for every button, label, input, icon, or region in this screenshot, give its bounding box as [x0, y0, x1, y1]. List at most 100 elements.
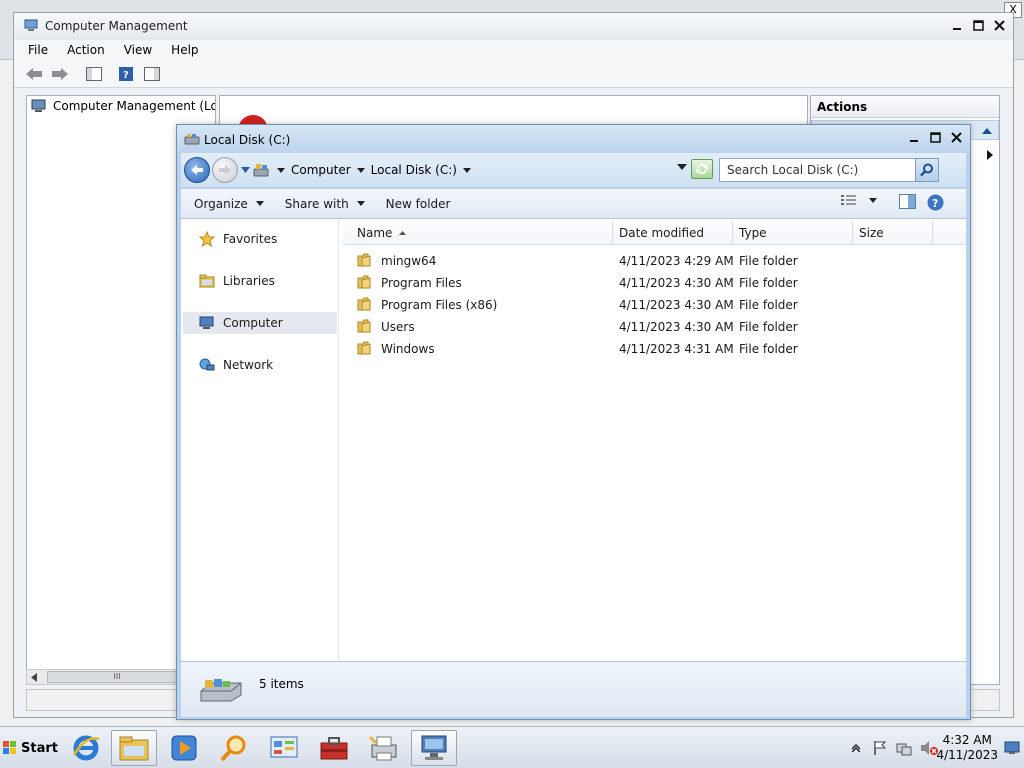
new-folder-button[interactable]: New folder [386, 197, 451, 211]
recent-pages-dropdown-icon[interactable] [241, 167, 250, 173]
explorer-close-button[interactable] [947, 129, 966, 146]
taskbar-windows-explorer[interactable] [111, 730, 157, 766]
column-header-label: Size [859, 225, 884, 240]
folder-icon [119, 736, 149, 761]
system-tray: 4:32 AM 4/11/2023 [846, 727, 1024, 768]
search-box[interactable] [719, 158, 939, 182]
network-status-icon[interactable] [896, 740, 912, 756]
collapse-up-icon[interactable] [982, 127, 992, 134]
preview-pane-button[interactable] [899, 194, 916, 209]
start-button[interactable]: Start [2, 733, 58, 763]
chevron-down-icon[interactable] [277, 167, 285, 173]
show-hidden-icons-icon[interactable] [852, 744, 860, 752]
table-row[interactable]: Windows 4/11/2023 4:31 AM File folder [343, 338, 953, 360]
explorer-title-bar[interactable]: Local Disk (C:) [177, 125, 970, 153]
printer-icon [368, 735, 397, 761]
table-row[interactable]: Users 4/11/2023 4:30 AM File folder [343, 316, 953, 338]
folder-icon [357, 275, 371, 289]
action-center-flag-icon[interactable] [872, 740, 888, 756]
nav-item-label: Favorites [223, 232, 278, 246]
taskbar-toolbox[interactable] [311, 730, 357, 766]
menu-view[interactable]: View [124, 43, 152, 57]
forward-button[interactable] [212, 157, 238, 183]
organize-button[interactable]: Organize [194, 197, 264, 211]
computer-icon [31, 99, 46, 112]
cm-title-bar[interactable]: Computer Management [14, 13, 1013, 40]
nav-item-favorites[interactable]: Favorites [183, 228, 337, 250]
close-button[interactable] [990, 17, 1009, 34]
explorer-minimize-button[interactable] [905, 129, 924, 146]
magnifier-icon [220, 735, 246, 762]
file-date: 4/11/2023 4:29 AM [619, 254, 734, 268]
explorer-maximize-button[interactable] [926, 129, 945, 146]
breadcrumb-local-disk-label: Local Disk (C:) [370, 163, 457, 177]
internet-explorer-icon [72, 735, 100, 761]
column-header-date-modified[interactable]: Date modified [613, 221, 733, 245]
search-button[interactable] [915, 158, 939, 182]
network-icon [199, 358, 215, 371]
taskbar-printer[interactable] [361, 730, 407, 766]
maximize-button[interactable] [969, 17, 988, 34]
column-header-type[interactable]: Type [733, 221, 853, 245]
menu-action[interactable]: Action [67, 43, 105, 57]
menu-help[interactable]: Help [171, 43, 198, 57]
address-history-dropdown-icon[interactable] [677, 164, 687, 170]
preview-pane-icon [899, 194, 916, 209]
back-button[interactable] [184, 157, 210, 183]
column-header-name[interactable]: Name [343, 221, 613, 245]
back-arrow-icon[interactable] [24, 64, 44, 84]
column-header-size[interactable]: Size [853, 221, 933, 245]
tree-horizontal-scrollbar[interactable]: III [26, 669, 187, 685]
chevron-down-icon[interactable] [462, 167, 471, 173]
taskbar-media-player[interactable] [161, 730, 207, 766]
start-label: Start [21, 740, 58, 756]
table-row[interactable]: mingw64 4/11/2023 4:29 AM File folder [343, 250, 953, 272]
minimize-button[interactable] [948, 17, 967, 34]
chevron-down-icon [869, 197, 877, 203]
computer-location-icon [253, 164, 269, 177]
network-computer-icon [421, 735, 447, 760]
share-with-button[interactable]: Share with [285, 197, 365, 211]
table-row[interactable]: Program Files (x86) 4/11/2023 4:30 AM Fi… [343, 294, 953, 316]
nav-item-network[interactable]: Network [183, 354, 337, 376]
star-icon [199, 231, 215, 247]
taskbar-search[interactable] [211, 730, 257, 766]
forward-arrow-icon[interactable] [50, 64, 70, 84]
show-hide-tree-icon[interactable] [84, 64, 104, 84]
more-actions-arrow-icon[interactable] [987, 150, 993, 160]
table-row[interactable]: Program Files 4/11/2023 4:30 AM File fol… [343, 272, 953, 294]
search-input[interactable] [727, 163, 907, 177]
forward-arrow-icon [219, 165, 231, 175]
chevron-down-icon[interactable] [356, 167, 365, 173]
windows-logo-icon [3, 741, 16, 754]
nav-item-computer[interactable]: Computer [183, 312, 337, 334]
scroll-left-icon[interactable] [31, 673, 37, 682]
volume-muted-icon[interactable] [920, 740, 938, 756]
file-name: Program Files (x86) [381, 298, 498, 312]
taskbar-network[interactable] [411, 730, 457, 766]
scroll-thumb[interactable]: III [47, 671, 187, 683]
address-bar[interactable]: Computer Local Disk (C:) [253, 158, 687, 182]
explorer-window: Local Disk (C:) Computer Local Disk (C:) [176, 124, 971, 720]
help-button[interactable]: ? [927, 194, 944, 211]
menu-file[interactable]: File [28, 43, 48, 57]
navigation-pane: Favorites Libraries Computer Network [181, 219, 339, 661]
taskbar-internet-explorer[interactable] [63, 730, 109, 766]
file-name: Users [381, 320, 415, 334]
folder-icon [357, 253, 371, 267]
show-hide-action-pane-icon[interactable] [142, 64, 162, 84]
clock-time: 4:32 AM [942, 733, 992, 747]
clock[interactable]: 4:32 AM 4/11/2023 [936, 733, 998, 763]
refresh-button[interactable] [691, 159, 713, 179]
nav-item-libraries[interactable]: Libraries [183, 270, 337, 292]
tree-node-computer-management[interactable]: Computer Management (Local [31, 99, 215, 113]
column-header-filler [933, 221, 966, 245]
taskbar-control-panel[interactable] [261, 730, 307, 766]
show-desktop-icon[interactable] [1004, 741, 1020, 755]
breadcrumb-computer[interactable]: Computer [291, 163, 365, 177]
help-icon[interactable]: ? [116, 64, 136, 84]
search-icon [920, 163, 933, 177]
breadcrumb-local-disk[interactable]: Local Disk (C:) [371, 163, 471, 177]
toolbox-icon [320, 737, 348, 760]
change-view-button[interactable] [841, 194, 877, 206]
